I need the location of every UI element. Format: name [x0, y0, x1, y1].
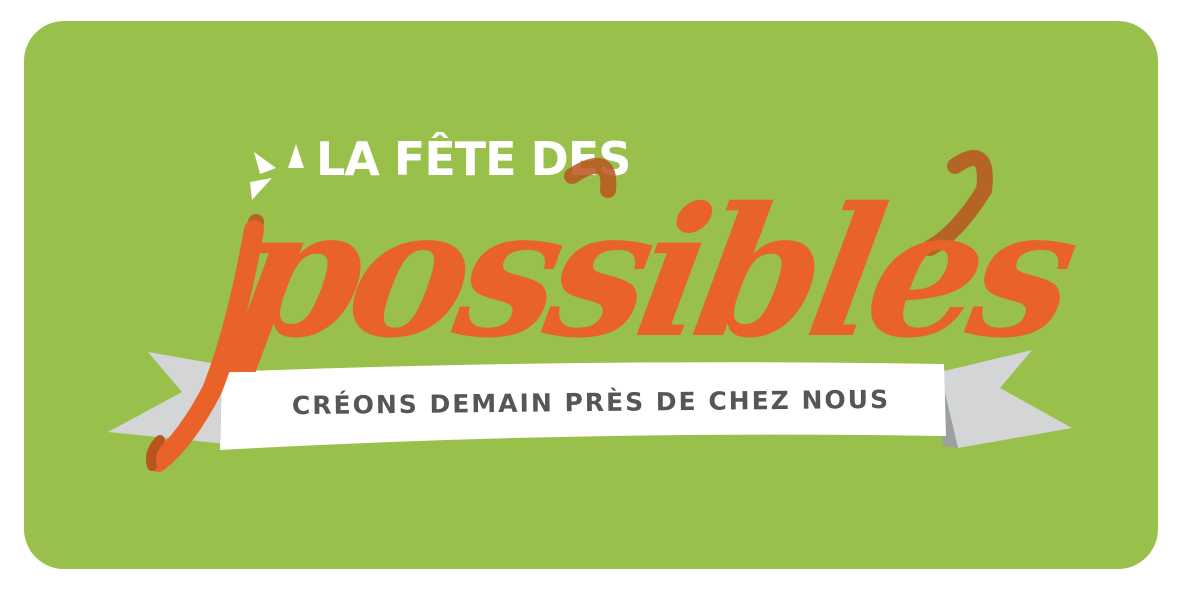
logo-script-word: possibles [146, 150, 1090, 472]
logo-script-text: possibles [219, 169, 1089, 377]
